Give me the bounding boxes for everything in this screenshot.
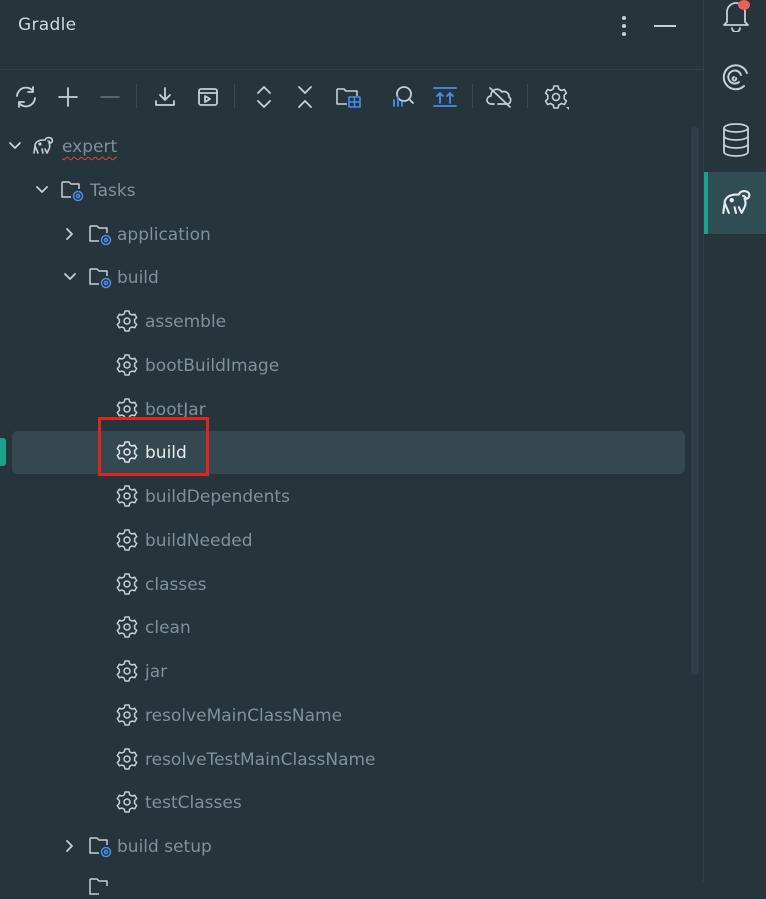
- minimize-button[interactable]: [650, 10, 680, 42]
- minimize-icon: [654, 25, 676, 27]
- toolbar-separator: [136, 84, 137, 108]
- notification-badge: [738, 0, 750, 10]
- task-row-clean[interactable]: clean: [0, 606, 703, 650]
- task-label: jar: [145, 662, 168, 682]
- task-label: testClasses: [145, 793, 242, 813]
- task-row-jar[interactable]: jar: [0, 650, 703, 694]
- more-vertical-icon: [622, 16, 626, 36]
- settings-button[interactable]: [539, 80, 573, 114]
- execute-task-button[interactable]: [191, 80, 225, 114]
- task-label: assemble: [145, 312, 227, 332]
- chevron-down-icon[interactable]: [6, 137, 24, 155]
- task-row-classes[interactable]: classes: [0, 563, 703, 607]
- chevron-right-icon[interactable]: [61, 837, 79, 855]
- tree-root-row[interactable]: expert: [0, 125, 703, 169]
- chevron-down-icon[interactable]: [61, 268, 79, 286]
- more-options-button[interactable]: [609, 10, 639, 42]
- gear-icon: [116, 704, 138, 726]
- task-label: bootBuildImage: [145, 356, 280, 376]
- toolbar-separator: [527, 84, 528, 108]
- show-upstream-button[interactable]: [428, 80, 462, 114]
- gradle-elephant-icon: [33, 136, 54, 154]
- minus-icon: [100, 96, 120, 98]
- gear-icon: [116, 485, 138, 507]
- collapse-all-button[interactable]: [288, 80, 322, 114]
- group-modules-button[interactable]: [332, 80, 366, 114]
- tree-folder-label: application: [117, 225, 211, 245]
- task-label: resolveMainClassName: [145, 706, 343, 726]
- offline-mode-button[interactable]: [483, 80, 517, 114]
- gear-icon: [544, 85, 569, 110]
- tree-folder-build[interactable]: build: [0, 256, 703, 300]
- highlight-annotation-box: [98, 417, 209, 476]
- task-row-resolvemainclassname[interactable]: resolveMainClassName: [0, 694, 703, 738]
- task-row-buildneeded[interactable]: buildNeeded: [0, 519, 703, 563]
- folder-gear-icon: [61, 181, 84, 202]
- gradle-elephant-icon: [722, 190, 751, 214]
- tree-root-label: expert: [62, 137, 118, 157]
- folder-gear-icon: [89, 225, 112, 246]
- gear-icon: [116, 310, 138, 332]
- chevron-down-icon[interactable]: [33, 181, 51, 199]
- header-divider: [0, 69, 703, 70]
- task-label: resolveTestMainClassName: [145, 750, 376, 770]
- reload-icon: [16, 86, 36, 108]
- task-row-builddependents[interactable]: buildDependents: [0, 475, 703, 519]
- tree-folder-application[interactable]: application: [0, 213, 703, 257]
- active-tool-indicator: [704, 172, 708, 234]
- toolbar-separator: [472, 84, 473, 108]
- gear-icon: [116, 529, 138, 551]
- gear-icon: [116, 573, 138, 595]
- chevron-right-icon[interactable]: [61, 225, 79, 243]
- folder-gear-icon: [89, 268, 112, 289]
- task-row-resolvetestmainclassname[interactable]: resolveTestMainClassName: [0, 738, 703, 782]
- right-tool-strip: [703, 0, 766, 882]
- task-row-testclasses[interactable]: testClasses: [0, 781, 703, 825]
- plus-icon: [58, 87, 78, 107]
- panel-title: Gradle: [18, 15, 77, 35]
- gradle-tool-window: Gradle expert Tasks application build as…: [0, 0, 703, 895]
- folder-grid-icon: [336, 88, 361, 108]
- remove-button[interactable]: [93, 80, 127, 114]
- task-row-assemble[interactable]: assemble: [0, 300, 703, 344]
- gradle-button[interactable]: [705, 172, 766, 234]
- notifications-button[interactable]: [705, 0, 766, 46]
- gear-icon: [116, 354, 138, 376]
- task-label: buildDependents: [145, 487, 290, 507]
- ai-assistant-button[interactable]: [705, 46, 766, 108]
- expand-all-icon: [257, 86, 271, 108]
- collapse-all-icon: [298, 86, 312, 108]
- tree-folder-label: build: [117, 268, 159, 288]
- gear-icon: [116, 791, 138, 813]
- download-sources-button[interactable]: [148, 80, 182, 114]
- task-label: buildNeeded: [145, 531, 253, 551]
- add-button[interactable]: [51, 80, 85, 114]
- folder-gear-icon: [89, 837, 112, 858]
- spiral-icon: [722, 64, 748, 91]
- tree-scrollbar[interactable]: [691, 127, 699, 675]
- reload-all-button[interactable]: [9, 80, 43, 114]
- toolbar-separator: [234, 84, 235, 108]
- gear-icon: [116, 616, 138, 638]
- gear-icon: [116, 660, 138, 682]
- tree-folder-build-setup[interactable]: build setup: [0, 825, 703, 869]
- cloud-off-icon: [486, 87, 512, 108]
- tree-folder-label: Tasks: [90, 181, 136, 201]
- task-label: clean: [145, 618, 191, 638]
- run-terminal-icon: [198, 88, 218, 106]
- database-icon: [723, 123, 749, 157]
- tree-folder-label: build setup: [117, 837, 212, 857]
- tree-folder-tasks[interactable]: Tasks: [0, 169, 703, 213]
- database-button[interactable]: [705, 109, 766, 171]
- task-row-bootbuildimage[interactable]: bootBuildImage: [0, 344, 703, 388]
- expand-all-button[interactable]: [247, 80, 281, 114]
- analyze-icon: [393, 86, 414, 107]
- analyze-dependencies-button[interactable]: [386, 80, 420, 114]
- folder-gear-icon: [89, 878, 108, 895]
- download-icon: [155, 87, 175, 106]
- gear-icon: [116, 748, 138, 770]
- upload-arrows-icon: [433, 87, 457, 107]
- task-label: classes: [145, 575, 207, 595]
